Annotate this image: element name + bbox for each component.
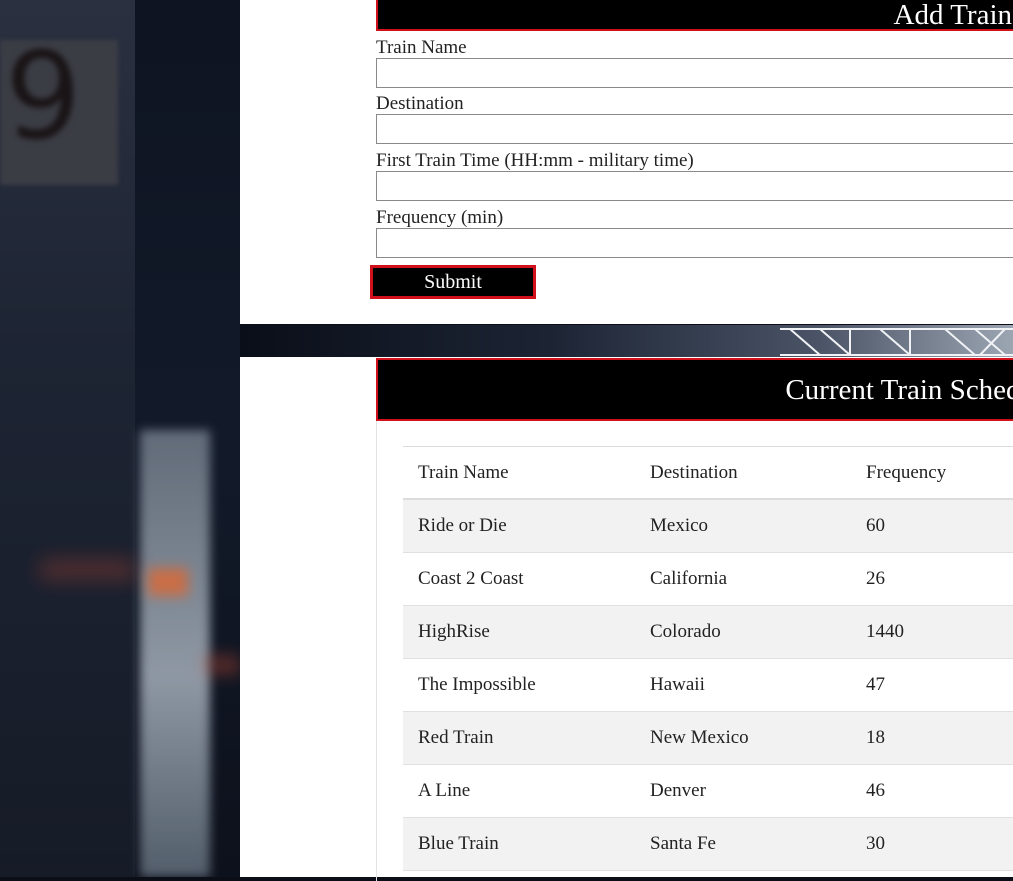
cell-train-name: Red Train <box>403 711 649 765</box>
frequency-label: Frequency (min) <box>376 207 504 228</box>
cell-destination: Mexico <box>649 499 865 553</box>
cell-train-name: HighRise <box>403 605 649 659</box>
table-row: HighRise Colorado 1440 <box>403 605 1013 659</box>
cell-destination: Colorado <box>649 605 865 659</box>
table-row: Blue Train Santa Fe 30 <box>403 817 1013 871</box>
table-row: Coast 2 Coast California 26 <box>403 552 1013 606</box>
cell-frequency: 26 <box>865 552 1013 606</box>
schedule-title: Current Train Schedule <box>785 374 1013 406</box>
train-name-input[interactable] <box>376 58 1013 88</box>
destination-label: Destination <box>376 93 464 114</box>
column-header-train-name: Train Name <box>418 461 509 483</box>
cell-frequency: 60 <box>865 499 1013 553</box>
cell-destination: Santa Fe <box>649 817 865 871</box>
table-row: Ride or Die Mexico 60 <box>403 499 1013 553</box>
schedule-table: Train Name Destination Frequency Ride or… <box>403 446 1013 871</box>
cell-frequency: 18 <box>865 711 1013 765</box>
destination-input[interactable] <box>376 114 1013 144</box>
first-train-time-input[interactable] <box>376 171 1013 201</box>
column-header-frequency: Frequency <box>866 461 947 483</box>
cell-destination: Denver <box>649 764 865 818</box>
first-train-time-label: First Train Time (HH:mm - military time) <box>376 150 694 171</box>
schedule-table-container: Train Name Destination Frequency Ride or… <box>376 421 1013 881</box>
truss-graphic <box>780 328 1013 356</box>
add-train-card: Add Train Train Name Destination First T… <box>240 0 1013 324</box>
cell-destination: California <box>649 552 865 606</box>
submit-button[interactable]: Submit <box>370 265 536 299</box>
table-header-row: Train Name Destination Frequency <box>403 446 1013 499</box>
table-row: A Line Denver 46 <box>403 764 1013 818</box>
add-train-header: Add Train <box>376 0 1013 31</box>
cell-destination: New Mexico <box>649 711 865 765</box>
cell-train-name: Ride or Die <box>403 499 649 553</box>
train-name-label: Train Name <box>376 37 467 58</box>
frequency-field: Frequency (min) <box>376 208 1013 258</box>
cell-train-name: Blue Train <box>403 817 649 871</box>
table-row: Red Train New Mexico 18 <box>403 711 1013 765</box>
schedule-card: Current Train Schedule Train Name Destin… <box>240 357 1013 881</box>
train-name-field: Train Name <box>376 38 1013 88</box>
table-row: The Impossible Hawaii 47 <box>403 658 1013 712</box>
cell-destination: Hawaii <box>649 658 865 712</box>
frequency-input[interactable] <box>376 228 1013 258</box>
destination-field: Destination <box>376 94 1013 144</box>
cell-train-name: The Impossible <box>403 658 649 712</box>
column-header-destination: Destination <box>650 461 738 483</box>
cell-train-name: Coast 2 Coast <box>403 552 649 606</box>
cell-frequency: 47 <box>865 658 1013 712</box>
cell-frequency: 30 <box>865 817 1013 871</box>
cell-frequency: 1440 <box>865 605 1013 659</box>
first-train-time-field: First Train Time (HH:mm - military time) <box>376 151 1013 201</box>
cell-frequency: 46 <box>865 764 1013 818</box>
cell-train-name: A Line <box>403 764 649 818</box>
schedule-header: Current Train Schedule <box>376 358 1013 421</box>
